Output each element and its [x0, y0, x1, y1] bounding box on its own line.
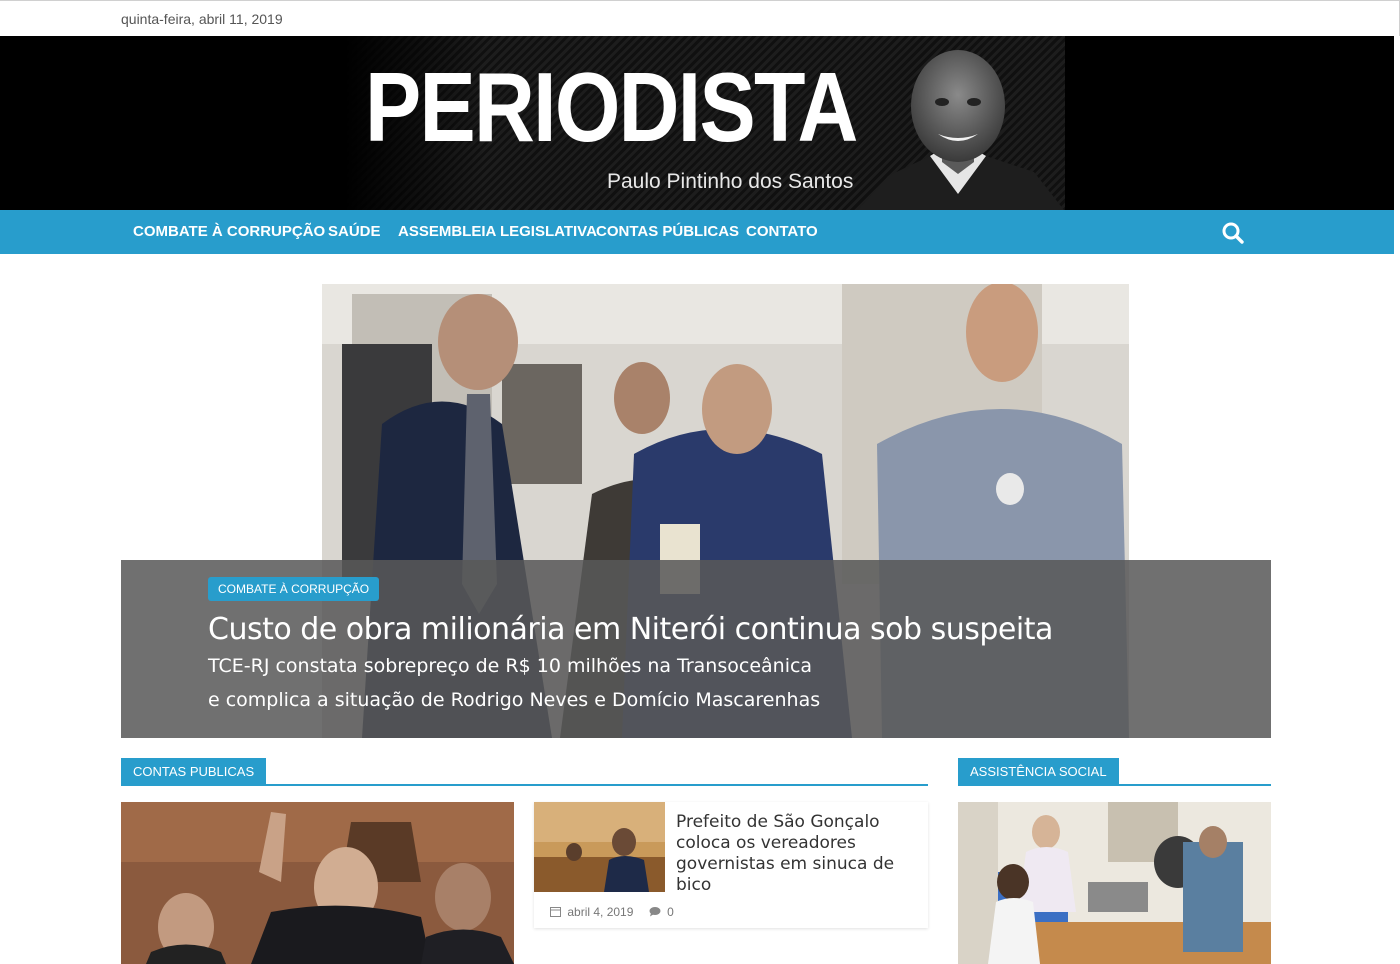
hero-subtitle-line-2: e complica a situação de Rodrigo Neves e…	[208, 689, 821, 711]
post-comment-count[interactable]: 0	[667, 905, 674, 919]
post-meta: abril 4, 2019 0	[550, 904, 674, 919]
section-label-contas-publicas[interactable]: CONTAS PUBLICAS	[121, 758, 267, 786]
nav-item-combate-corrupcao[interactable]: COMBATE À CORRUPÇÃO	[133, 223, 325, 240]
author-portrait	[858, 50, 1064, 210]
section-header-assistencia-social: ASSISTÊNCIA SOCIAL	[958, 758, 1271, 786]
post-title[interactable]: Prefeito de São Gonçalo coloca os veread…	[676, 812, 908, 896]
header-banner[interactable]: PERIODISTA Paulo Pintinho dos Santos	[0, 36, 1394, 210]
hero-category-badge[interactable]: COMBATE À CORRUPÇÃO	[208, 577, 380, 601]
section-label-assistencia-social[interactable]: ASSISTÊNCIA SOCIAL	[958, 758, 1119, 786]
nav-item-saude[interactable]: SAÚDE	[328, 223, 381, 240]
section-header-contas-publicas: CONTAS PUBLICAS	[121, 758, 928, 786]
hero-headline[interactable]: Custo de obra milionária em Niterói cont…	[208, 612, 1053, 647]
site-logo-title[interactable]: PERIODISTA	[365, 58, 858, 156]
search-icon[interactable]	[1221, 221, 1245, 245]
nav-item-contato[interactable]: CONTATO	[746, 223, 818, 240]
post-card[interactable]: Prefeito de São Gonçalo coloca os veread…	[534, 802, 928, 928]
post-thumbnail[interactable]	[534, 802, 665, 892]
calendar-icon	[550, 907, 561, 918]
site-logo-subtitle: Paulo Pintinho dos Santos	[607, 170, 854, 193]
assistencia-post-image[interactable]	[958, 802, 1271, 964]
current-date: quinta-feira, abril 11, 2019	[121, 11, 283, 27]
nav-item-assembleia-legislativa[interactable]: ASSEMBLEIA LEGISLATIVA	[398, 223, 597, 240]
nav-item-contas-publicas[interactable]: CONTAS PÚBLICAS	[596, 223, 739, 240]
post-date[interactable]: abril 4, 2019	[567, 905, 633, 919]
comment-icon	[649, 907, 661, 917]
hero-subtitle-line-1: TCE-RJ constata sobrepreço de R$ 10 milh…	[208, 655, 813, 677]
hero-caption: COMBATE À CORRUPÇÃO Custo de obra milion…	[121, 560, 1271, 738]
top-bar: quinta-feira, abril 11, 2019	[0, 0, 1400, 36]
featured-post-image[interactable]	[121, 802, 514, 964]
main-navigation: COMBATE À CORRUPÇÃO SAÚDE ASSEMBLEIA LEG…	[0, 210, 1394, 254]
